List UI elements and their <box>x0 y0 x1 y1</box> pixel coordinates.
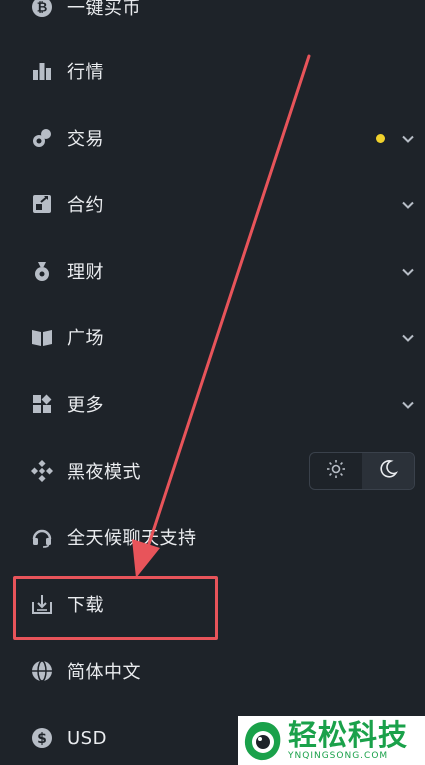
menu-item-trade[interactable]: 交易 <box>0 113 425 163</box>
dark-theme-option[interactable] <box>362 453 414 489</box>
menu-item-buy-crypto[interactable]: ₿ 一键买币 <box>0 0 425 32</box>
grid-icon <box>31 393 53 415</box>
menu-item-markets[interactable]: 行情 <box>0 46 425 96</box>
menu-item-label: USD <box>67 727 107 749</box>
theme-toggle[interactable] <box>309 452 415 490</box>
chevron-down-icon[interactable] <box>401 131 415 145</box>
globe-icon <box>31 660 53 682</box>
menu-item-label: 简体中文 <box>67 662 141 683</box>
svg-text:$: $ <box>37 731 47 747</box>
menu-item-language[interactable]: 简体中文 <box>0 646 425 696</box>
menu-item-more[interactable]: 更多 <box>0 379 425 429</box>
menu-item-futures[interactable]: 合约 <box>0 179 425 229</box>
chevron-down-icon[interactable] <box>401 330 415 344</box>
chevron-down-icon[interactable] <box>401 397 415 411</box>
menu-item-label: 黑夜模式 <box>67 462 141 483</box>
moon-icon <box>378 459 398 483</box>
chevron-down-icon[interactable] <box>401 264 415 278</box>
menu-item-label: 合约 <box>67 195 104 216</box>
annotation-highlight-box <box>13 576 218 640</box>
watermark-title: 轻松科技 <box>288 718 409 752</box>
menu-item-support[interactable]: 全天候聊天支持 <box>0 512 425 562</box>
money-bag-icon <box>31 260 53 282</box>
book-icon <box>31 326 53 348</box>
menu-item-square[interactable]: 广场 <box>0 312 425 362</box>
chevron-down-icon[interactable] <box>401 197 415 211</box>
watermark: 轻松科技 YNQINGSONG.COM <box>238 716 425 765</box>
watermark-logo <box>244 721 281 760</box>
light-theme-option[interactable] <box>310 453 362 489</box>
menu-item-earn[interactable]: 理财 <box>0 246 425 296</box>
menu-item-label: 全天候聊天支持 <box>67 528 197 549</box>
menu-item-label: 交易 <box>67 129 104 150</box>
menu-item-label: 行情 <box>67 62 104 83</box>
side-menu: ₿ 一键买币 行情 交易 合约 理财 广场 更多 黑夜模式 全天候聊天支持 下载… <box>0 0 425 765</box>
dollar-icon: $ <box>31 727 53 749</box>
futures-icon <box>31 193 53 215</box>
bar-chart-icon <box>31 60 53 82</box>
watermark-subtitle: YNQINGSONG.COM <box>288 751 389 761</box>
binance-logo-icon <box>31 460 53 482</box>
headset-icon <box>31 526 53 548</box>
menu-item-label: 广场 <box>67 328 104 349</box>
svg-text:₿: ₿ <box>37 1 48 16</box>
sun-icon <box>326 459 346 483</box>
menu-item-label: 一键买币 <box>67 0 141 19</box>
trade-icon <box>31 127 53 149</box>
notification-dot <box>376 133 385 143</box>
menu-item-label: 更多 <box>67 395 104 416</box>
menu-item-label: 理财 <box>67 262 104 283</box>
bitcoin-icon: ₿ <box>31 0 53 18</box>
